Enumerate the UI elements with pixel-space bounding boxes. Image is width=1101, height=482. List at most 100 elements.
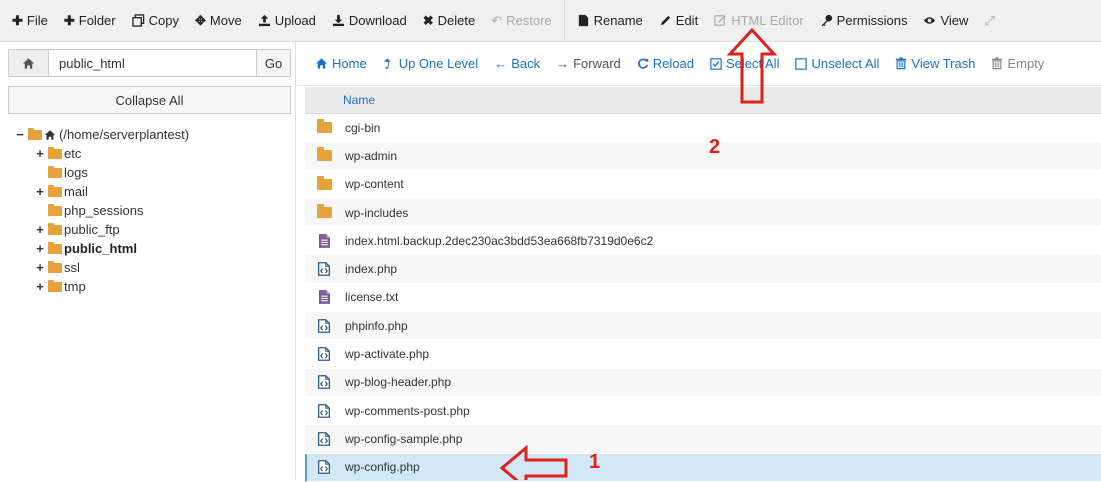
trash-icon: [895, 57, 907, 70]
file-row-license[interactable]: license.txt: [305, 284, 1101, 313]
forward-button[interactable]: → Forward: [548, 42, 629, 85]
code-file-icon: [315, 375, 333, 390]
file-name: wp-content: [345, 177, 404, 192]
folder-open-icon: [28, 127, 42, 140]
tree-root[interactable]: − (/home/serverplantest): [14, 125, 294, 144]
file-row-phpinfo[interactable]: phpinfo.php: [305, 312, 1101, 341]
expand-toggle-icon[interactable]: +: [34, 258, 46, 277]
name-column-header[interactable]: Name: [343, 93, 375, 107]
download-icon: [332, 14, 345, 27]
nav-button-label: Forward: [573, 56, 621, 71]
file-name: wp-admin: [345, 148, 398, 163]
nav-button-label: Select All: [725, 56, 780, 71]
reload-button[interactable]: Reload: [629, 42, 702, 85]
plus-icon: ✚: [63, 12, 75, 28]
tree-item-label: logs: [64, 165, 88, 180]
tree-item-ssl[interactable]: + ssl: [34, 258, 294, 277]
tree-item-etc[interactable]: + etc: [34, 144, 294, 163]
file-name: wp-config.php: [345, 460, 420, 475]
back-button[interactable]: ← Back: [486, 42, 548, 85]
file-name: phpinfo.php: [345, 318, 408, 333]
toolbar: ✚ File ✚ Folder Copy ✥ Move Upload Downl…: [0, 0, 1101, 42]
restore-button[interactable]: ↶ Restore: [483, 0, 559, 41]
new-folder-button[interactable]: ✚ Folder: [56, 0, 124, 41]
tree-item-public-html[interactable]: + public_html: [34, 239, 294, 258]
tree-item-public-ftp[interactable]: + public_ftp: [34, 220, 294, 239]
home-button[interactable]: Home: [307, 42, 375, 85]
tree-item-label: mail: [64, 184, 88, 199]
up-one-level-button[interactable]: Up One Level: [375, 42, 487, 85]
tree-item-label: php_sessions: [64, 203, 144, 218]
tree-item-tmp[interactable]: + tmp: [34, 277, 294, 296]
file-row-wp-blog-header[interactable]: wp-blog-header.php: [305, 368, 1101, 397]
html-editor-button[interactable]: HTML Editor: [706, 0, 811, 41]
expand-toggle-icon[interactable]: +: [34, 277, 46, 296]
home-icon[interactable]: [9, 50, 49, 76]
unselect-all-button[interactable]: Unselect All: [787, 42, 887, 85]
new-file-button[interactable]: ✚ File: [4, 0, 56, 41]
code-file-icon: [315, 262, 333, 277]
tree-item-label: public_ftp: [64, 222, 120, 237]
delete-button[interactable]: ✖ Delete: [415, 0, 483, 41]
tree-item-label: ssl: [64, 260, 80, 275]
file-row-cgi-bin[interactable]: cgi-bin: [305, 114, 1101, 143]
html-editor-icon: [714, 14, 727, 27]
expand-toggle-icon[interactable]: +: [34, 239, 46, 258]
file-row-wp-includes[interactable]: wp-includes: [305, 198, 1101, 228]
edit-button[interactable]: Edit: [651, 0, 706, 41]
permissions-button[interactable]: Permissions: [812, 0, 916, 41]
file-row-wp-config[interactable]: wp-config.php: [305, 453, 1101, 482]
extract-button[interactable]: ⤢: [976, 0, 1006, 41]
tree-item-php-sessions[interactable]: php_sessions: [34, 201, 294, 220]
nav-button-label: Unselect All: [811, 56, 880, 71]
file-row-wp-config-sample[interactable]: wp-config-sample.php: [305, 425, 1101, 454]
eye-icon: [923, 14, 936, 27]
upload-icon: [258, 14, 271, 27]
file-row-wp-comments-post[interactable]: wp-comments-post.php: [305, 397, 1101, 426]
copy-button[interactable]: Copy: [124, 0, 187, 41]
view-trash-button[interactable]: View Trash: [887, 42, 983, 85]
go-button[interactable]: Go: [256, 50, 290, 76]
directory-tree: − (/home/serverplantest) + etc logs + mail ph…: [14, 125, 294, 296]
file-name: index.html.backup.2dec230ac3bdd53ea668fb…: [345, 233, 654, 248]
file-row-index[interactable]: index.php: [305, 255, 1101, 284]
tree-item-mail[interactable]: + mail: [34, 182, 294, 201]
path-input[interactable]: [49, 50, 256, 76]
navigation-bar: Home Up One Level ← Back → Forward Reload Selec…: [297, 42, 1101, 86]
upload-button[interactable]: Upload: [250, 0, 324, 41]
rename-button[interactable]: Rename: [569, 0, 651, 41]
file-name: index.php: [345, 262, 398, 277]
arrow-left-icon: ←: [494, 56, 508, 71]
extract-icon: ⤢: [984, 12, 995, 28]
expand-toggle-icon[interactable]: +: [34, 182, 46, 201]
nav-button-label: Back: [511, 56, 541, 71]
nav-button-label: Empty: [1007, 56, 1045, 71]
text-file-icon: [315, 233, 333, 248]
collapse-toggle-icon[interactable]: −: [14, 125, 26, 144]
checkbox-empty-icon: [795, 57, 808, 70]
code-file-icon: [315, 431, 333, 446]
restore-icon: ↶: [491, 12, 503, 28]
file-row-wp-admin[interactable]: wp-admin: [305, 142, 1101, 171]
code-file-icon: [315, 403, 333, 418]
collapse-all-button[interactable]: Collapse All: [8, 86, 291, 114]
view-button[interactable]: View: [915, 0, 976, 41]
tree-item-label: public_html: [64, 241, 137, 256]
file-row-index[interactable]: index.html.backup.2dec230ac3bdd53ea668fb…: [305, 227, 1101, 256]
expand-toggle-icon[interactable]: +: [34, 220, 46, 239]
folder-icon: [315, 204, 333, 219]
download-button[interactable]: Download: [324, 0, 415, 41]
expand-toggle-icon[interactable]: +: [34, 144, 46, 163]
folder-icon: [315, 147, 333, 162]
code-file-icon: [315, 460, 333, 475]
key-icon: [820, 14, 833, 27]
select-all-button[interactable]: Select All: [702, 42, 787, 85]
tree-item-logs[interactable]: logs: [34, 163, 294, 182]
move-button[interactable]: ✥ Move: [187, 0, 250, 41]
empty-button[interactable]: Empty: [983, 42, 1052, 85]
path-bar: Go: [8, 49, 291, 77]
checkbox-checked-icon: [710, 57, 722, 70]
file-row-wp-content[interactable]: wp-content: [305, 171, 1101, 199]
delete-icon: ✖: [422, 12, 434, 28]
file-row-wp-activate[interactable]: wp-activate.php: [305, 340, 1101, 369]
